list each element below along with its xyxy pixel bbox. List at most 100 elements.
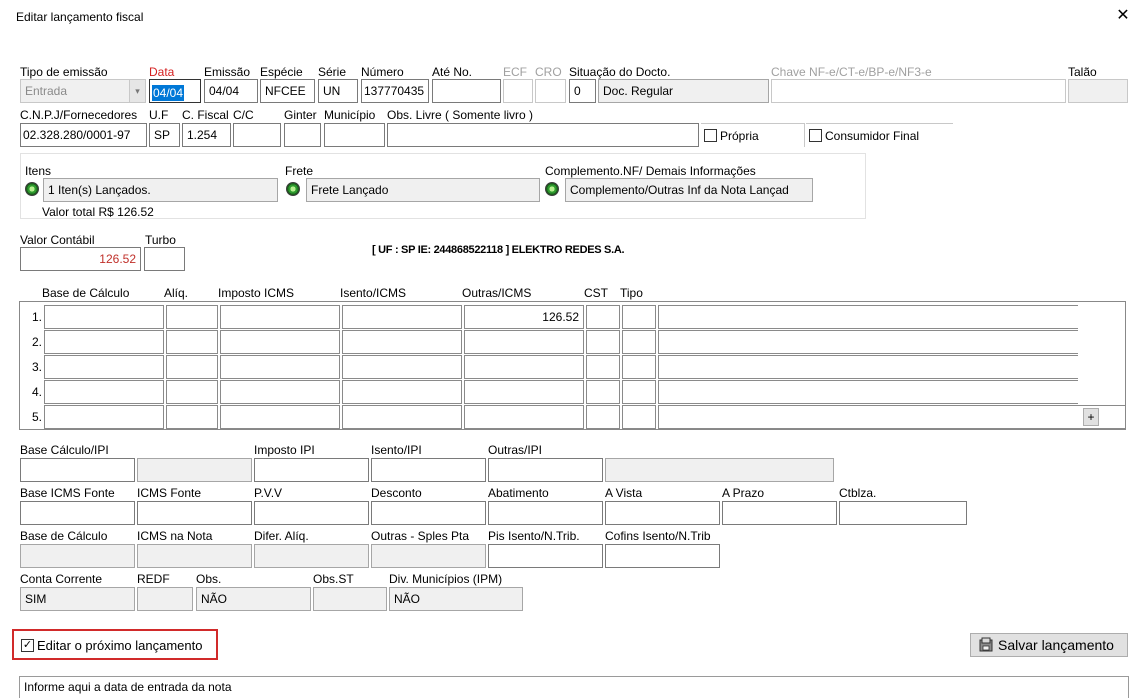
grid-cell-imposto[interactable] (220, 405, 340, 429)
grid-cell-outras[interactable] (464, 355, 584, 379)
grid-cell-aliq[interactable] (166, 355, 218, 379)
status-ok-icon[interactable] (25, 182, 39, 196)
propria-label: Própria (720, 129, 759, 143)
grid-cell-base[interactable] (44, 405, 164, 429)
emissao-field[interactable]: 04/04 (204, 79, 258, 103)
grid-cell-aliq[interactable] (166, 405, 218, 429)
grid-cell-rest[interactable] (658, 330, 1078, 354)
grid-cell-aliq[interactable] (166, 305, 218, 329)
row-number: 1. (31, 310, 42, 324)
grid-cell-outras[interactable] (464, 380, 584, 404)
icms-fonte-field[interactable] (137, 501, 252, 525)
save-icon (978, 637, 994, 653)
grid-cell-outras[interactable]: 126.52 (464, 305, 584, 329)
label-cnpj: C.N.P.J/Fornecedores (20, 108, 138, 122)
cnpj-field[interactable]: 02.328.280/0001-97 (20, 123, 147, 147)
div-municipios-field: NÃO (389, 587, 523, 611)
grid-cell-cst[interactable] (586, 305, 620, 329)
grid-cell-isento[interactable] (342, 330, 462, 354)
close-icon[interactable]: ✕ (1110, 4, 1136, 28)
data-field[interactable]: 04/04 (149, 79, 201, 103)
grid-cell-rest[interactable] (658, 355, 1078, 379)
a-prazo-field[interactable] (722, 501, 837, 525)
label-abatimento: Abatimento (488, 486, 549, 500)
grid-header-outras: Outras/ICMS (462, 286, 532, 300)
grid-cell-outras[interactable] (464, 405, 584, 429)
cfiscal-field[interactable]: 1.254 (182, 123, 231, 147)
obs-livre-field[interactable] (387, 123, 699, 147)
especie-field[interactable]: NFCEE (260, 79, 315, 103)
grid-cell-imposto[interactable] (220, 305, 340, 329)
valor-contabil-field[interactable]: 126.52 (20, 247, 141, 271)
cc-field[interactable] (233, 123, 281, 147)
base-icms-fonte-field[interactable] (20, 501, 135, 525)
add-row-button[interactable]: + (1083, 408, 1099, 426)
grid-cell-cst[interactable] (586, 405, 620, 429)
pvv-field[interactable] (254, 501, 369, 525)
grid-cell-aliq[interactable] (166, 380, 218, 404)
status-ok-icon[interactable] (545, 182, 559, 196)
pis-isento-field[interactable] (488, 544, 603, 568)
grid-cell-base[interactable] (44, 330, 164, 354)
chevron-down-icon[interactable]: ▾ (129, 80, 145, 102)
turbo-field[interactable] (144, 247, 185, 271)
base-calculo-ipi-field[interactable] (20, 458, 135, 482)
a-vista-field[interactable] (605, 501, 720, 525)
grid-cell-isento[interactable] (342, 355, 462, 379)
label-isento-ipi: Isento/IPI (371, 443, 422, 457)
grid-cell-tipo[interactable] (622, 355, 656, 379)
municipio-field[interactable] (324, 123, 385, 147)
grid-cell-isento[interactable] (342, 405, 462, 429)
ctblza-field[interactable] (839, 501, 967, 525)
propria-checkbox[interactable] (704, 129, 717, 142)
ate-no-field[interactable] (432, 79, 501, 103)
ginter-field[interactable] (284, 123, 321, 147)
status-ok-icon[interactable] (286, 182, 300, 196)
label-uf: U.F (149, 108, 169, 122)
grid-cell-outras[interactable] (464, 330, 584, 354)
imposto-ipi-field[interactable] (254, 458, 369, 482)
grid-cell-aliq[interactable] (166, 330, 218, 354)
label-turbo: Turbo (145, 233, 176, 247)
grid-cell-rest[interactable] (658, 380, 1078, 404)
outras-ipi-field[interactable] (488, 458, 603, 482)
label-pis-isento: Pis Isento/N.Trib. (488, 529, 580, 543)
grid-cell-tipo[interactable] (622, 330, 656, 354)
desconto-field[interactable] (371, 501, 486, 525)
valor-total-text: Valor total R$ 126.52 (42, 205, 154, 219)
grid-cell-base[interactable] (44, 355, 164, 379)
grid-cell-rest[interactable] (658, 405, 1125, 429)
grid-cell-isento[interactable] (342, 380, 462, 404)
save-button[interactable]: Salvar lançamento (970, 633, 1128, 657)
grid-cell-base[interactable] (44, 380, 164, 404)
grid-cell-imposto[interactable] (220, 380, 340, 404)
row-number: 5. (31, 410, 42, 424)
editar-proximo-checkbox[interactable]: ✓ (21, 639, 34, 652)
consumidor-final-checkbox[interactable] (809, 129, 822, 142)
grid-cell-tipo[interactable] (622, 380, 656, 404)
cofins-isento-field[interactable] (605, 544, 720, 568)
grid-cell-tipo[interactable] (622, 405, 656, 429)
grid-cell-cst[interactable] (586, 330, 620, 354)
uf-field[interactable]: SP (149, 123, 180, 147)
obs-field: NÃO (196, 587, 311, 611)
label-a-prazo: A Prazo (722, 486, 765, 500)
outras-sples-field (371, 544, 486, 568)
situacao-code-field[interactable]: 0 (569, 79, 596, 103)
numero-field[interactable]: 137770435 (361, 79, 429, 103)
icms-na-nota-field (137, 544, 252, 568)
grid-cell-tipo[interactable] (622, 305, 656, 329)
tipo-emissao-select[interactable]: Entrada ▾ (20, 79, 146, 103)
label-municipio: Município (324, 108, 376, 122)
grid-cell-imposto[interactable] (220, 355, 340, 379)
isento-ipi-field[interactable] (371, 458, 486, 482)
grid-cell-isento[interactable] (342, 305, 462, 329)
grid-cell-base[interactable] (44, 305, 164, 329)
grid-cell-cst[interactable] (586, 355, 620, 379)
grid-cell-imposto[interactable] (220, 330, 340, 354)
grid-cell-cst[interactable] (586, 380, 620, 404)
serie-field[interactable]: UN (318, 79, 358, 103)
abatimento-field[interactable] (488, 501, 603, 525)
label-complemento: Complemento.NF/ Demais Informações (545, 164, 756, 178)
grid-cell-rest[interactable] (658, 305, 1078, 329)
